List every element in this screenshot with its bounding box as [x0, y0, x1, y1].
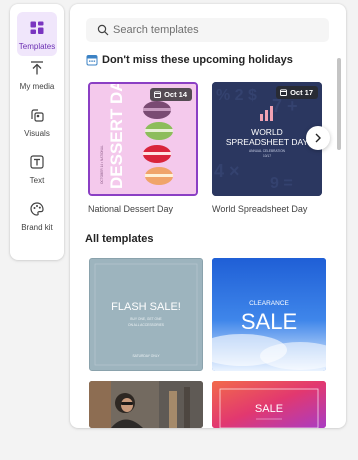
upload-icon	[31, 61, 43, 75]
flash-sale-art-title: FLASH SALE!	[111, 301, 181, 313]
rail-label-brand-kit: Brand kit	[21, 223, 53, 232]
flash-sale-artwork: FLASH SALE! BUY ONE, GET ONE ON ALL ACCE…	[90, 259, 202, 370]
rail-label-text: Text	[29, 176, 45, 185]
rail-text[interactable]: Text	[10, 154, 64, 198]
rail-templates[interactable]: Templates	[10, 10, 64, 56]
flash-sale-art-sub2: ON ALL ACCESSORIES	[128, 323, 165, 327]
holiday-card-name: World Spreadsheet Day	[212, 204, 308, 214]
text-icon	[30, 155, 44, 169]
spreadsheet-day-art-line1: WORLD	[251, 127, 283, 137]
calendar-icon	[86, 55, 98, 66]
date-badge: Oct 14	[150, 88, 192, 101]
grid-icon	[30, 21, 44, 34]
rail-label-my-media: My media	[19, 82, 55, 91]
all-templates-heading: All templates	[85, 233, 154, 245]
templates-panel: Don't miss these upcoming holidays DESSE…	[70, 4, 346, 428]
svg-text:7 +: 7 +	[272, 96, 298, 116]
holidays-heading-text: Don't miss these upcoming holidays	[102, 54, 293, 66]
holiday-card-dessert-day[interactable]: DESSERT DAY OCTOBER 14 • NATIONAL Oct 14	[88, 82, 198, 196]
calendar-icon	[154, 91, 162, 98]
shapes-icon	[31, 109, 44, 122]
svg-text:4 ×: 4 ×	[214, 161, 240, 181]
date-badge-text: Oct 14	[164, 90, 187, 99]
search-input[interactable]	[113, 18, 323, 42]
flash-sale-art-footer: SATURDAY ONLY	[132, 354, 160, 358]
dessert-day-art-subtitle: OCTOBER 14 • NATIONAL	[100, 145, 104, 184]
clearance-art-big: SALE	[241, 309, 297, 334]
palette-icon	[30, 202, 44, 216]
carousel-next-button[interactable]	[306, 126, 330, 150]
search-icon	[97, 24, 109, 36]
spreadsheet-day-art-date: 10/17	[263, 154, 271, 158]
holiday-card-name: National Dessert Day	[88, 204, 174, 214]
left-rail: Templates My media Visuals Text Brand ki…	[10, 4, 64, 260]
template-card-photo[interactable]	[89, 381, 203, 428]
sale-art-label: SALE	[255, 403, 283, 415]
date-badge-text: Oct 17	[290, 88, 313, 97]
rail-label-templates: Templates	[18, 42, 56, 51]
flash-sale-art-sub1: BUY ONE, GET ONE	[130, 317, 162, 321]
search-box[interactable]	[86, 18, 329, 42]
rail-brand-kit[interactable]: Brand kit	[10, 201, 64, 245]
spreadsheet-day-art-line2: SPREADSHEET DAY	[226, 137, 309, 147]
svg-text:9 =: 9 =	[270, 175, 293, 192]
scrollbar[interactable]	[337, 58, 341, 428]
svg-text:% 2 $: % 2 $	[216, 87, 257, 104]
clearance-sale-artwork: CLEARANCE SALE	[212, 258, 326, 371]
rail-my-media[interactable]: My media	[10, 60, 64, 104]
clearance-art-small: CLEARANCE	[249, 300, 289, 307]
spreadsheet-day-art-subtitle: ANNUAL CELEBRATION	[249, 149, 286, 153]
template-card-flash-sale[interactable]: FLASH SALE! BUY ONE, GET ONE ON ALL ACCE…	[89, 258, 203, 371]
scrollbar-thumb[interactable]	[337, 58, 341, 150]
sale-artwork: SALE	[212, 381, 326, 428]
dessert-day-art-title: DESSERT DAY	[107, 84, 126, 189]
template-card-sale[interactable]: SALE	[212, 381, 326, 428]
template-card-clearance-sale[interactable]: CLEARANCE SALE	[212, 258, 326, 371]
photo-artwork	[89, 381, 203, 428]
rail-visuals[interactable]: Visuals	[10, 107, 64, 151]
date-badge: Oct 17	[276, 86, 318, 99]
calendar-icon	[280, 89, 288, 96]
rail-label-visuals: Visuals	[24, 129, 50, 138]
chevron-right-icon	[315, 133, 321, 143]
